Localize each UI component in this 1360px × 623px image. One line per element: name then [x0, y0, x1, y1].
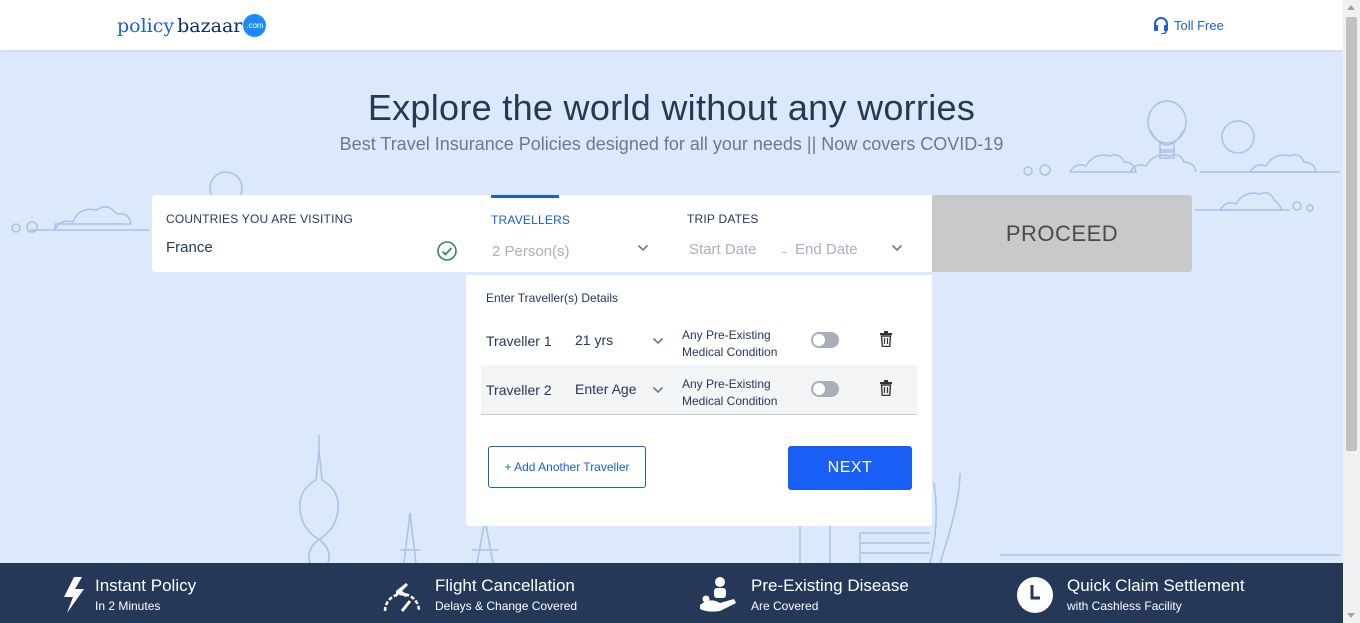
age-select[interactable]: 21 yrs — [575, 332, 613, 348]
date-separator: - — [782, 243, 787, 259]
condition-line-2: Medical Condition — [682, 345, 778, 359]
condition-line-2: Medical Condition — [682, 394, 778, 408]
countries-label: COUNTRIES YOU ARE VISITING — [166, 212, 354, 226]
chevron-down-icon[interactable] — [891, 244, 903, 252]
proceed-button[interactable]: PROCEED — [932, 195, 1192, 272]
chevron-down-icon[interactable] — [652, 386, 664, 394]
check-circle-icon — [437, 241, 457, 261]
feature-title: Instant Policy — [95, 576, 197, 595]
scrollbar-thumb[interactable] — [1346, 17, 1357, 451]
condition-line-1: Any Pre-Existing — [682, 328, 771, 342]
pre-existing-toggle[interactable] — [811, 381, 839, 397]
headset-icon — [1154, 17, 1168, 34]
toll-free-label: Toll Free — [1174, 17, 1224, 33]
pre-existing-condition-label: Any Pre-Existing Medical Condition — [682, 376, 777, 410]
trash-icon[interactable] — [879, 380, 893, 396]
chevron-down-icon[interactable] — [652, 337, 664, 345]
traveller-row: Traveller 2 Enter Age Any Pre-Existing M… — [481, 365, 917, 415]
lightning-icon — [64, 577, 84, 613]
countries-input[interactable]: France — [166, 239, 213, 256]
scroll-up-arrow-icon[interactable] — [1347, 5, 1355, 10]
plane-gauge-icon — [383, 583, 421, 612]
feature-subtitle: Delays & Change Covered — [435, 599, 578, 613]
trash-icon[interactable] — [879, 331, 893, 347]
feature-title: Flight Cancellation — [435, 576, 575, 595]
feature-subtitle: with Cashless Facility — [1067, 599, 1182, 613]
feature-subtitle: In 2 Minutes — [95, 599, 161, 613]
travellers-active-indicator — [491, 195, 559, 198]
traveller-details-panel: Enter Traveller(s) Details Traveller 1 2… — [466, 275, 932, 526]
scroll-down-arrow-icon[interactable] — [1347, 613, 1355, 618]
panel-title: Enter Traveller(s) Details — [486, 291, 619, 305]
travellers-select[interactable]: 2 Person(s) — [492, 243, 570, 260]
trip-dates-label: TRIP DATES — [687, 212, 759, 226]
clock-icon — [1017, 577, 1053, 613]
travellers-label: TRAVELLERS — [491, 213, 571, 227]
top-header: policy bazaar .com Toll Free — [0, 0, 1343, 50]
traveller-name: Traveller 2 — [486, 382, 552, 398]
hero-subtitle: Best Travel Insurance Policies designed … — [339, 134, 1004, 154]
add-another-traveller-button[interactable]: + Add Another Traveller — [488, 446, 646, 488]
logo-part-bazaar: bazaar — [177, 15, 243, 37]
doctor-patient-icon — [700, 577, 736, 612]
chevron-down-icon[interactable] — [637, 244, 649, 252]
age-select[interactable]: Enter Age — [575, 381, 637, 397]
feature-title: Quick Claim Settlement — [1067, 576, 1245, 595]
pre-existing-toggle[interactable] — [811, 332, 839, 348]
traveller-name: Traveller 1 — [486, 333, 552, 349]
hero-title: Explore the world without any worries — [367, 87, 976, 128]
traveller-row: Traveller 1 21 yrs Any Pre-Existing Medi… — [481, 316, 917, 366]
start-date-input[interactable]: Start Date — [689, 241, 757, 258]
policybazaar-logo[interactable]: policy bazaar .com — [117, 14, 267, 37]
toll-free-link[interactable]: Toll Free — [1153, 16, 1224, 34]
end-date-input[interactable]: End Date — [795, 241, 858, 258]
feature-subtitle: Are Covered — [751, 599, 819, 613]
condition-line-1: Any Pre-Existing — [682, 377, 771, 391]
logo-com-badge: .com — [243, 14, 267, 37]
features-strip: Instant Policy In 2 Minutes Flight Cance… — [0, 563, 1343, 623]
feature-title: Pre-Existing Disease — [751, 576, 909, 595]
travel-search-form: COUNTRIES YOU ARE VISITING France TRAVEL… — [152, 195, 932, 272]
logo-part-policy: policy — [117, 15, 175, 37]
pre-existing-condition-label: Any Pre-Existing Medical Condition — [682, 327, 777, 361]
page-scrollbar[interactable] — [1343, 0, 1360, 623]
next-button[interactable]: NEXT — [788, 446, 912, 490]
